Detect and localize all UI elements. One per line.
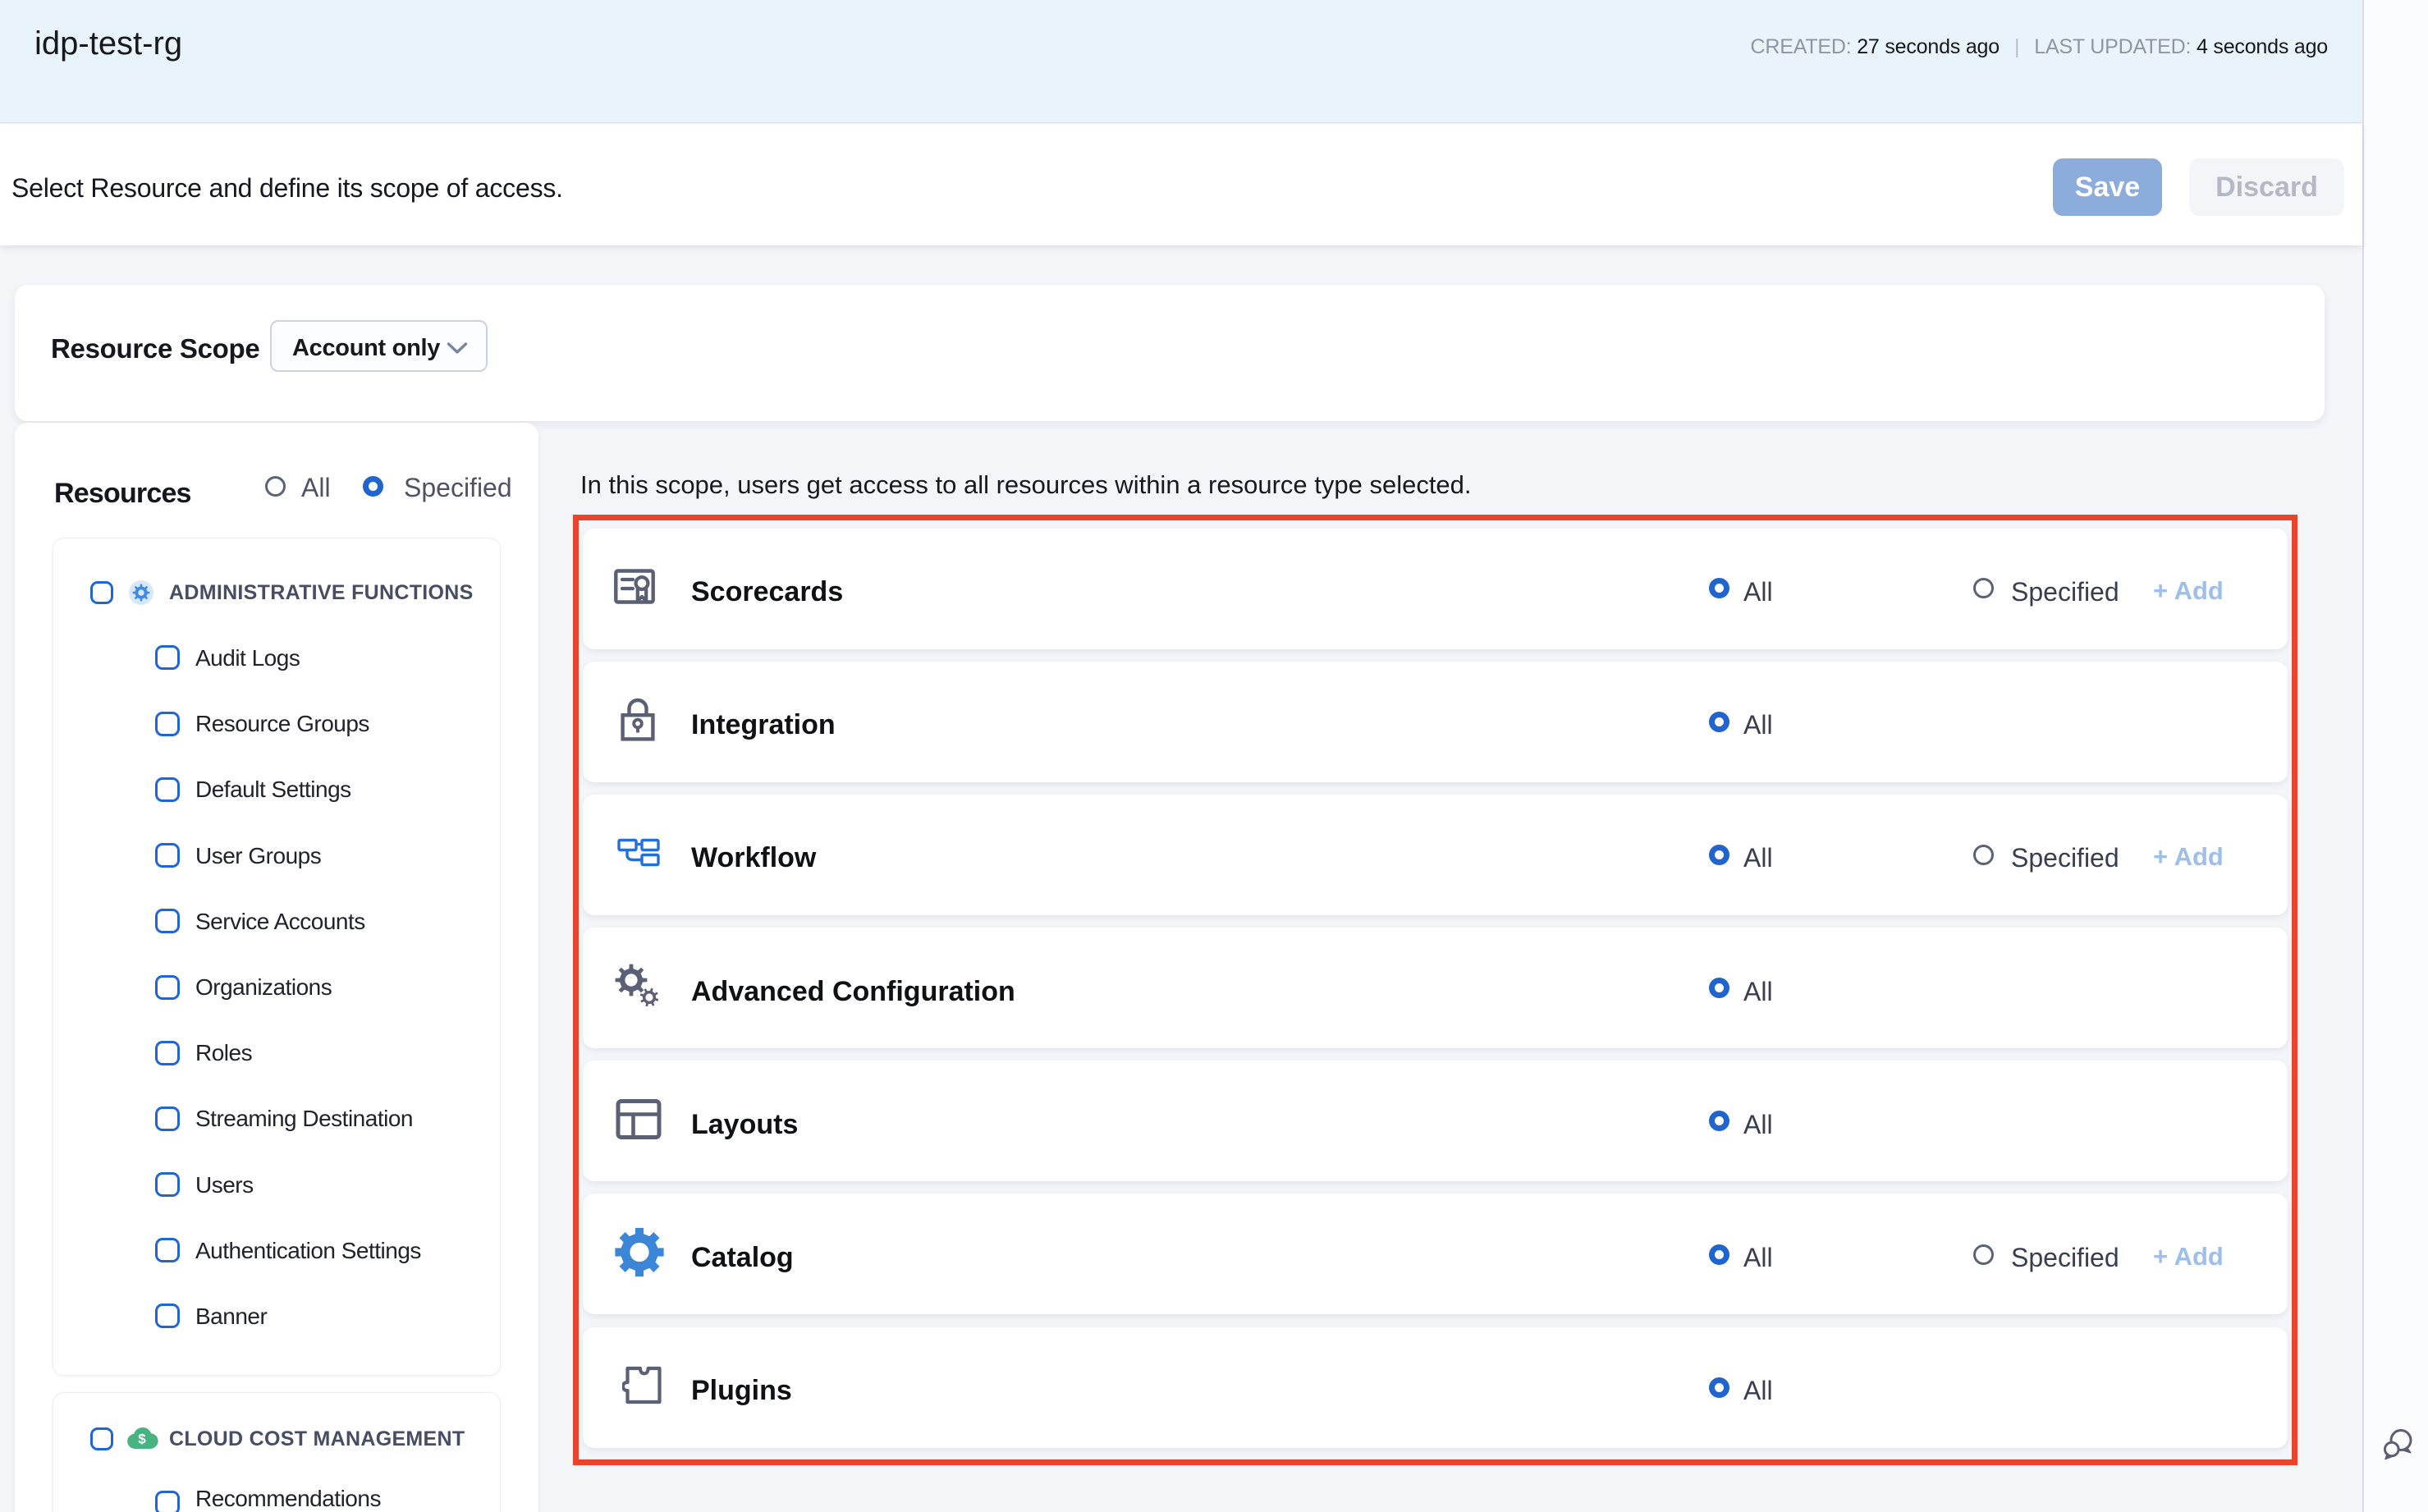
svg-text:$: $ <box>138 1432 146 1447</box>
